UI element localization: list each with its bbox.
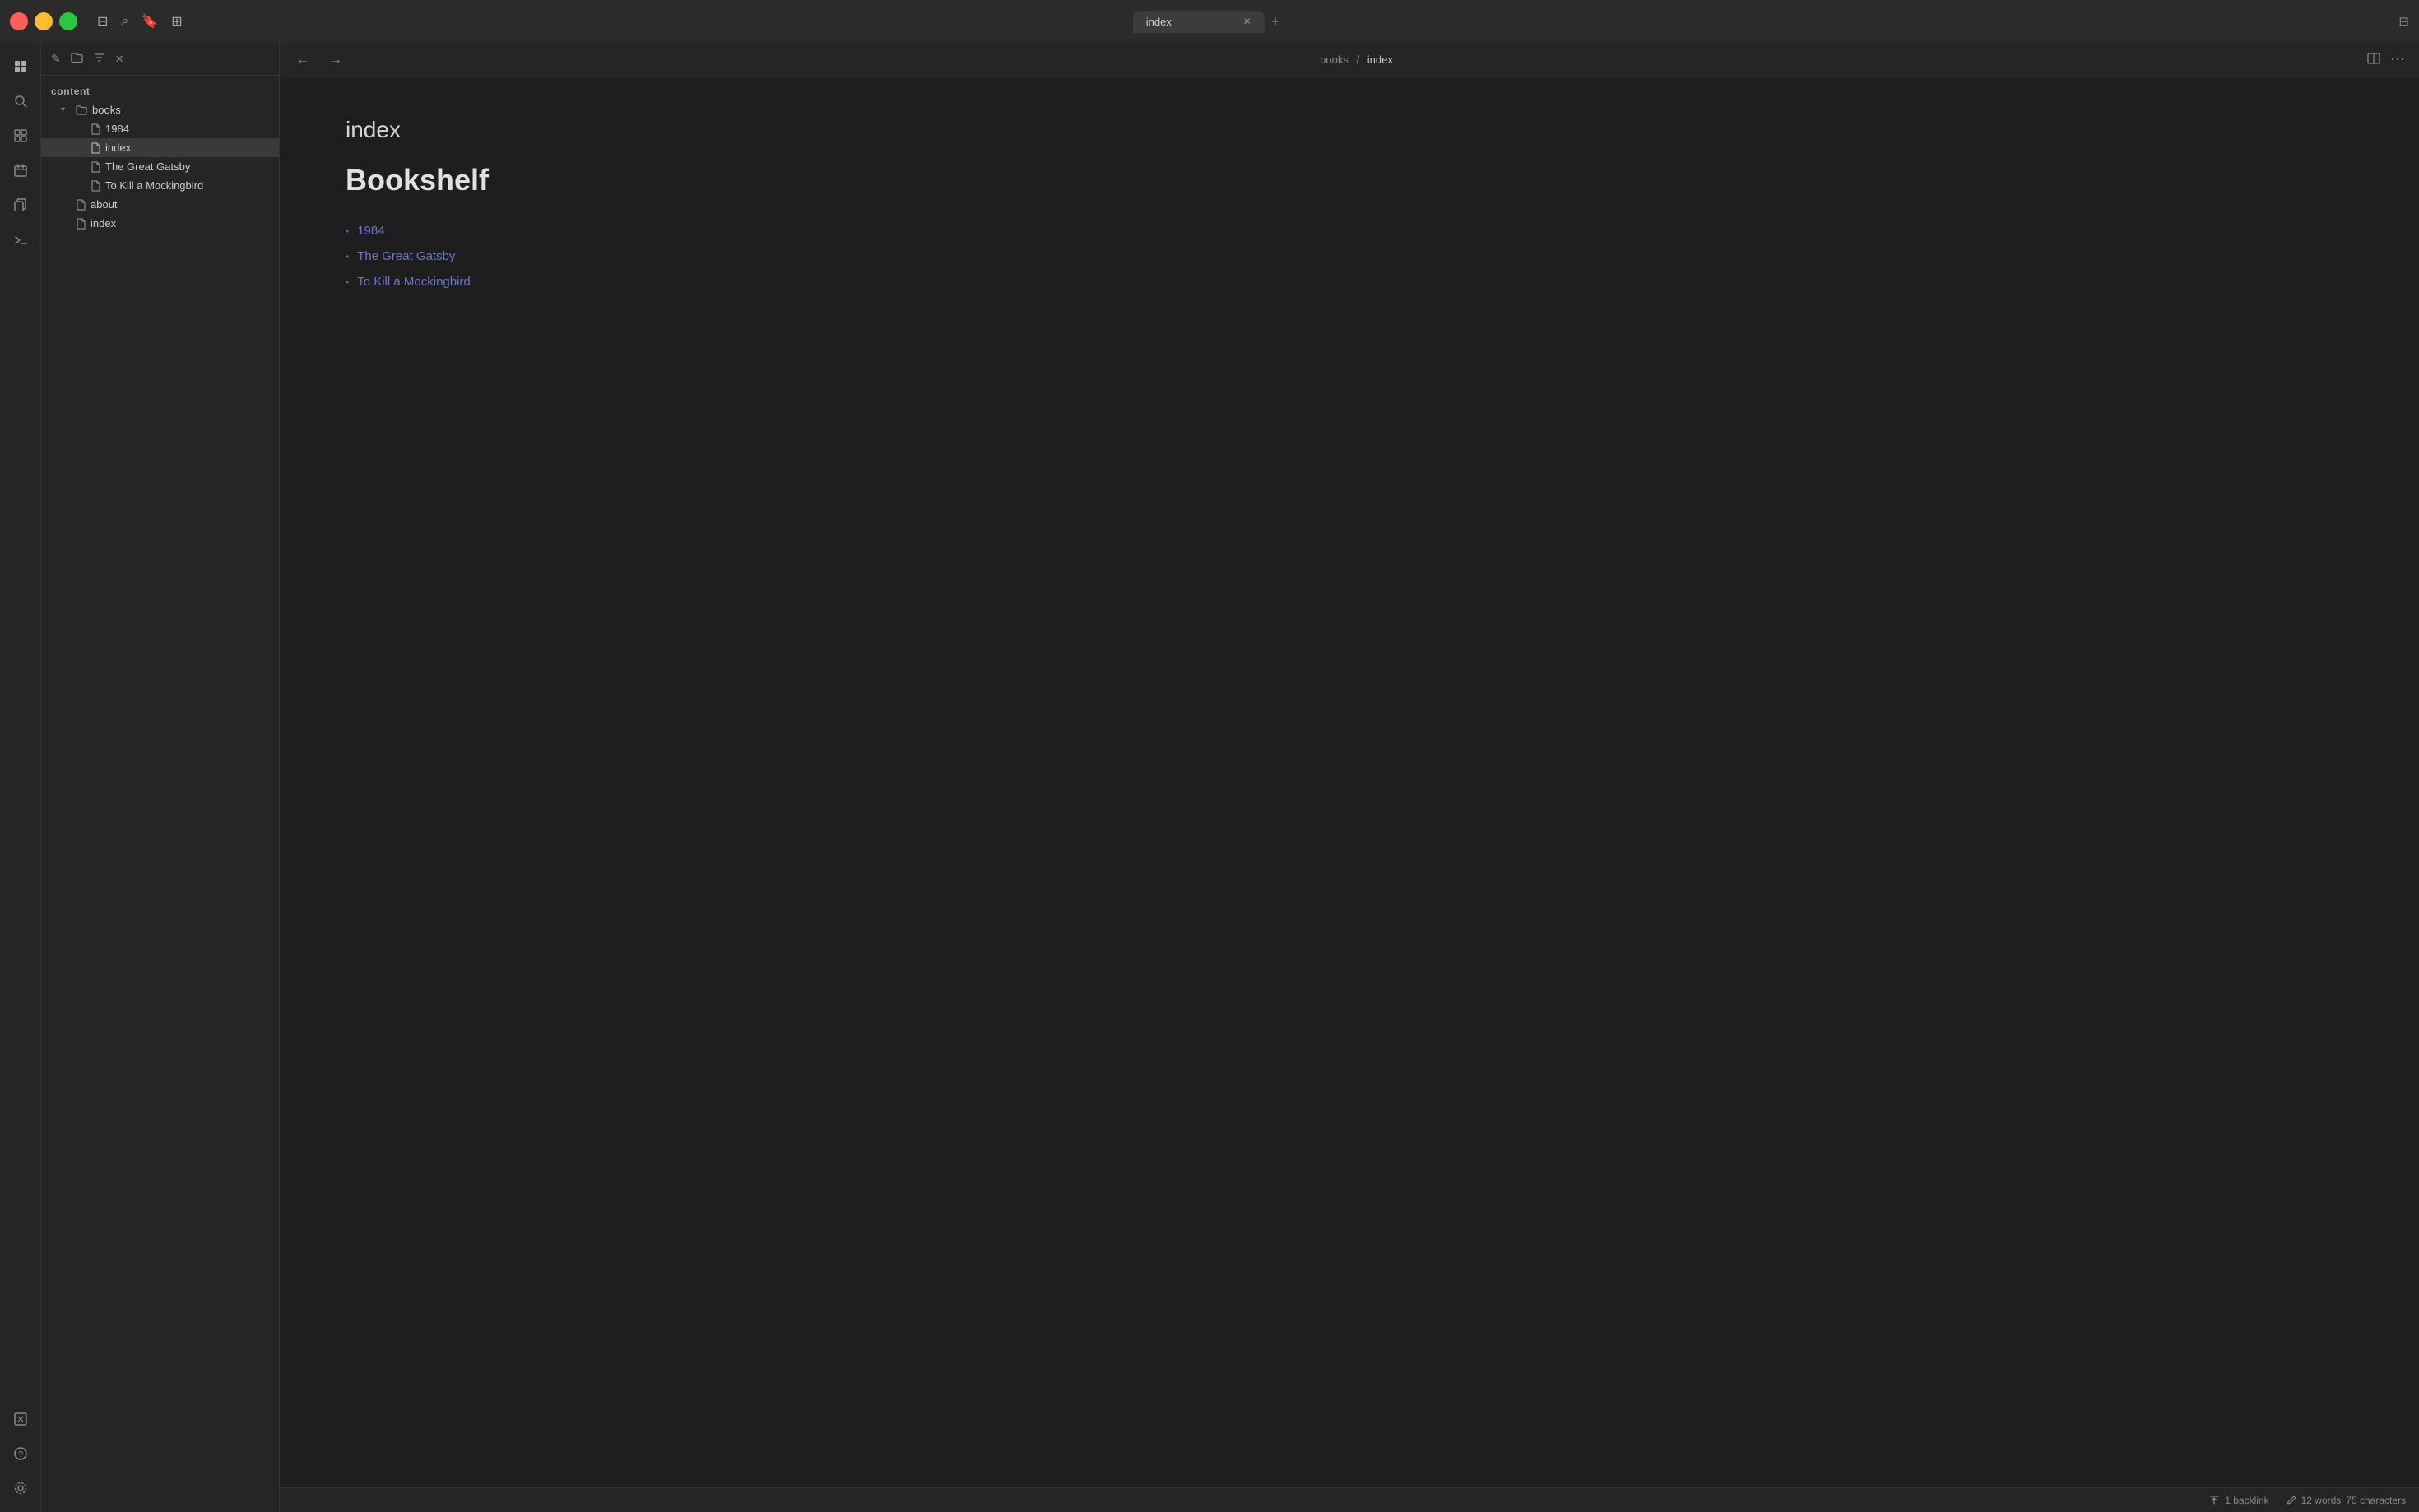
edit-status-icon (2286, 1495, 2296, 1505)
tree-item-index[interactable]: index (41, 138, 279, 157)
collapse-all-icon[interactable]: ✕ (115, 53, 124, 66)
file-icon-active (91, 142, 100, 154)
link-1984[interactable]: 1984 (357, 224, 384, 238)
nav-back-button[interactable]: ← (293, 49, 313, 71)
icon-sidebar: ? (0, 43, 41, 1512)
svg-text:?: ? (18, 1450, 23, 1459)
main-area: ? ✎ (0, 43, 2419, 1512)
titlebar: ⊟ ⌕ 🔖 ⊞ index ✕ + ⊟ (0, 0, 2419, 43)
terminal-icon[interactable] (7, 225, 35, 253)
icon-sidebar-top (7, 53, 35, 1398)
editor-toolbar-right: ⋯ (2367, 51, 2406, 68)
tree-item-1984[interactable]: 1984 (41, 119, 279, 138)
list-item-great-gatsby: • The Great Gatsby (346, 249, 2353, 263)
breadcrumb-separator: / (1357, 53, 1360, 66)
file-tree: content ▾ books 1984 (41, 76, 279, 1512)
titlebar-icons: ⊟ ⌕ 🔖 ⊞ (97, 13, 183, 30)
calendar-icon[interactable] (7, 156, 35, 184)
backlink-icon (2209, 1495, 2220, 1505)
plugin-icon[interactable] (7, 1405, 35, 1433)
folder-open-icon (76, 104, 87, 116)
breadcrumb-parent[interactable]: books (1320, 53, 1349, 66)
status-bar: 1 backlink 12 words 75 characters (280, 1487, 2419, 1512)
word-count: 12 words (2301, 1495, 2342, 1506)
editor-toolbar: ← → books / index ⋯ (280, 43, 2419, 77)
file-icon (91, 123, 100, 135)
file-sidebar-toolbar: ✎ ✕ (41, 43, 279, 76)
file-tree-root: content (41, 82, 279, 100)
maximize-button[interactable] (59, 12, 77, 30)
copy-icon[interactable] (7, 191, 35, 219)
tab-close-button[interactable]: ✕ (1243, 16, 1251, 27)
tree-item-great-gatsby-label: The Great Gatsby (105, 160, 190, 173)
more-options-icon[interactable]: ⋯ (2390, 51, 2406, 68)
file-icon-gatsby (91, 161, 100, 173)
icon-sidebar-bottom: ? (7, 1405, 35, 1502)
chevron-down-icon: ▾ (61, 105, 71, 114)
bullet-icon: • (346, 225, 349, 237)
titlebar-right: ⊟ (2398, 14, 2409, 29)
tree-item-index-root[interactable]: index (41, 214, 279, 233)
traffic-lights (10, 12, 77, 30)
window-controls-icon[interactable]: ⊟ (2398, 14, 2409, 29)
tabs-area: index ✕ + (1133, 10, 1287, 34)
doc-title: index (346, 117, 2353, 143)
filter-icon[interactable] (93, 52, 105, 66)
doc-heading: Bookshelf (346, 163, 2353, 197)
tree-item-mockingbird-label: To Kill a Mockingbird (105, 179, 203, 192)
tree-item-about-label: about (91, 198, 118, 211)
tree-item-index-root-label: index (91, 217, 116, 230)
doc-list: • 1984 • The Great Gatsby • To Kill a Mo… (346, 224, 2353, 289)
tab-index[interactable]: index ✕ (1133, 11, 1265, 33)
word-count-status: 12 words 75 characters (2286, 1495, 2406, 1506)
breadcrumb: books / index (359, 53, 2354, 66)
char-count: 75 characters (2346, 1495, 2406, 1506)
file-icon-index-root (76, 218, 86, 230)
list-item-1984: • 1984 (346, 224, 2353, 238)
link-great-gatsby[interactable]: The Great Gatsby (357, 249, 455, 263)
editor-content: index Bookshelf • 1984 • The Great Gatsb… (280, 77, 2419, 1487)
tree-item-about[interactable]: about (41, 195, 279, 214)
search-icon[interactable] (7, 87, 35, 115)
tree-item-1984-label: 1984 (105, 123, 129, 135)
reading-mode-icon[interactable] (2367, 53, 2380, 67)
editor-area: ← → books / index ⋯ index Bookshelf (280, 43, 2419, 1512)
tree-item-mockingbird[interactable]: To Kill a Mockingbird (41, 176, 279, 195)
settings-icon[interactable] (7, 1474, 35, 1502)
help-icon[interactable]: ? (7, 1440, 35, 1468)
file-sidebar: ✎ ✕ content ▾ (41, 43, 280, 1512)
grid-icon[interactable] (7, 122, 35, 150)
close-button[interactable] (10, 12, 28, 30)
breadcrumb-current: index (1367, 53, 1393, 66)
nav-forward-button[interactable]: → (326, 49, 346, 71)
bookmark-icon[interactable]: 🔖 (142, 13, 158, 30)
minimize-button[interactable] (35, 12, 53, 30)
tree-item-index-label: index (105, 141, 131, 154)
bullet-icon: • (346, 251, 349, 262)
file-icon-mockingbird (91, 180, 100, 192)
file-icon-about (76, 199, 86, 211)
files-icon[interactable] (7, 53, 35, 81)
tab-add-button[interactable]: + (1265, 10, 1287, 34)
bullet-icon: • (346, 276, 349, 288)
backlink-count: 1 backlink (2225, 1495, 2268, 1506)
tree-item-books[interactable]: ▾ books (41, 100, 279, 119)
link-mockingbird[interactable]: To Kill a Mockingbird (357, 275, 471, 289)
new-folder-icon[interactable] (71, 52, 83, 66)
tree-item-books-label: books (92, 104, 121, 116)
list-item-mockingbird: • To Kill a Mockingbird (346, 275, 2353, 289)
tree-item-great-gatsby[interactable]: The Great Gatsby (41, 157, 279, 176)
search-titlebar-icon[interactable]: ⌕ (121, 14, 128, 29)
new-file-icon[interactable]: ✎ (51, 52, 61, 66)
tab-label: index (1146, 16, 1172, 28)
file-browser-icon[interactable]: ⊟ (97, 13, 108, 30)
layout-icon[interactable]: ⊞ (171, 13, 182, 30)
backlink-status[interactable]: 1 backlink (2209, 1495, 2268, 1506)
